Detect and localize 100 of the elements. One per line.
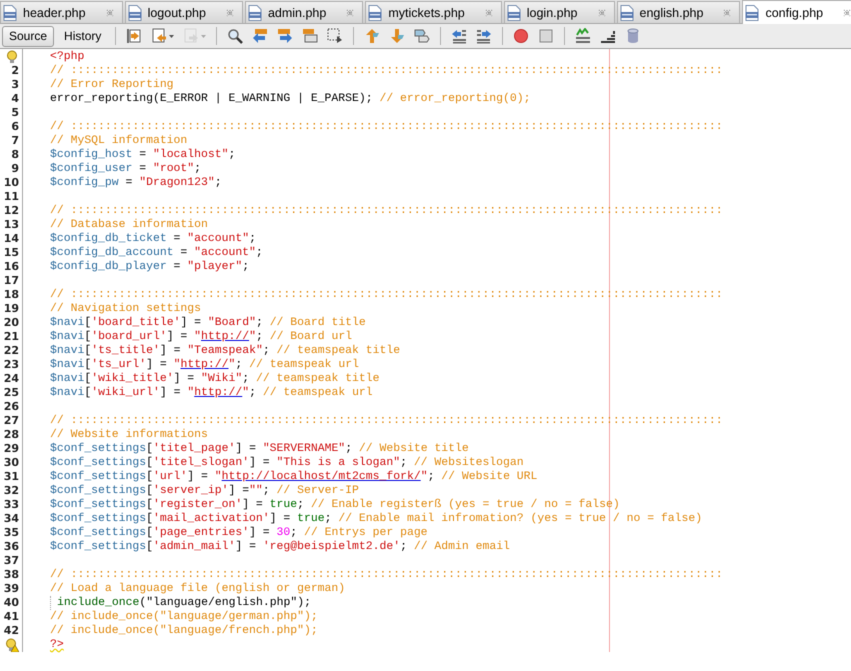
line-number: 39 <box>2 582 20 596</box>
line-number: 38 <box>2 568 20 582</box>
code-line: ?> <box>50 638 65 652</box>
code-line: $conf_settings['admin_mail'] = 'reg@beispielmt2.de'; // Admin email <box>50 540 511 554</box>
code-line: // include_once("language/german.php"); <box>50 610 319 624</box>
record-icon <box>513 28 530 44</box>
line-number: 19 <box>2 302 20 316</box>
tab-label: admin.php <box>268 6 326 20</box>
line-number: 5 <box>10 106 20 120</box>
caret-icon <box>201 34 206 38</box>
php-file-icon <box>506 4 521 20</box>
line-number: 20 <box>2 316 20 330</box>
php-file-icon <box>248 4 262 20</box>
code-line: $config_pw = "Dragon123"; <box>50 176 223 190</box>
code-line: // ::::::::::::::::::::::::::::::::::::::::::::::::::::::::::::::::::::::::::::::::::::::::::::::: <box>50 414 724 428</box>
close-icon[interactable] <box>598 8 606 16</box>
jump-back-icon <box>126 28 142 44</box>
close-icon[interactable] <box>106 8 114 16</box>
line-number: 10 <box>2 176 20 190</box>
previous-icon <box>252 28 268 44</box>
line-number: 8 <box>10 148 20 162</box>
line-number: 7 <box>10 134 20 148</box>
php-file-icon <box>745 4 760 20</box>
file-tab[interactable]: header.php <box>0 1 123 23</box>
file-tab[interactable]: mytickets.php <box>365 1 502 23</box>
file-tab[interactable]: admin.php <box>244 1 364 23</box>
line-number: 16 <box>2 260 20 274</box>
line-number: 31 <box>2 470 20 484</box>
code-line: $navi['wiki_url'] = "http://"; // teamspeak url <box>50 386 374 400</box>
view-toggle-button[interactable]: History <box>57 26 108 46</box>
lightbulb-icon[interactable] <box>5 50 19 64</box>
line-number: 23 <box>2 358 20 372</box>
next-icon <box>277 28 294 44</box>
code-line: $navi['board_title'] = "Board"; // Board title <box>50 316 367 330</box>
warning-lightbulb-icon[interactable] <box>5 638 19 652</box>
file-tab[interactable]: english.php <box>616 1 740 23</box>
file-tab[interactable]: config.php <box>742 0 851 24</box>
line-number: 40 <box>2 596 20 610</box>
close-icon[interactable] <box>226 8 234 16</box>
selection-icon <box>327 28 344 44</box>
php-file-icon <box>620 4 634 20</box>
line-number: 27 <box>2 414 20 428</box>
caret-icon <box>169 34 174 38</box>
code-line: $config_db_account = "account"; <box>50 246 264 260</box>
indent-left-icon <box>451 28 468 44</box>
line-number: 34 <box>2 512 20 526</box>
code-line: // ::::::::::::::::::::::::::::::::::::::::::::::::::::::::::::::::::::::::::::::::::::::::::::::: <box>50 204 724 218</box>
code-line: $conf_settings['url'] = "http://localhost/mt2cms_fork/"; // Website URL <box>50 470 538 484</box>
tab-label: header.php <box>23 6 86 20</box>
database-icon <box>625 28 642 44</box>
view-toggle-button[interactable]: Source <box>2 26 54 46</box>
code-line: $navi['board_url'] = "http://"; // Board url <box>50 330 354 344</box>
line-number: 17 <box>2 274 20 288</box>
php-file-icon <box>368 4 382 20</box>
line-number: 28 <box>2 428 20 442</box>
code-line: error_reporting(E_ERROR | E_WARNING | E_PARSE); // error_reporting(0); <box>50 92 532 106</box>
code-line: $conf_settings['server_ip'] =""; // Server-IP <box>50 484 360 498</box>
code-line: $navi['ts_title'] = "Teamspeak"; // teamspeak title <box>50 344 402 358</box>
code-line: $navi['ts_url'] = "http://"; // teamspeak url <box>50 358 360 372</box>
line-number: 15 <box>2 246 20 260</box>
line-number: 3 <box>10 78 20 92</box>
indent-right-icon <box>476 28 492 44</box>
code-line: $config_user = "root"; <box>50 162 202 176</box>
code-line: $conf_settings['titel_slogan'] = "This is a slogan"; // Websiteslogan <box>50 456 525 470</box>
line-number: 18 <box>2 288 20 302</box>
shift-down-icon <box>389 28 406 44</box>
line-number: 22 <box>2 344 20 358</box>
code-line: $conf_settings['mail_activation'] = true; // Enable mail infromation? (yes = true / no = false) <box>50 512 704 526</box>
shift-up-icon <box>364 28 380 44</box>
line-number: 25 <box>2 386 20 400</box>
close-icon[interactable] <box>843 8 851 16</box>
forward-icon <box>183 28 200 44</box>
line-number: 36 <box>2 540 20 554</box>
code-line: $config_db_player = "player"; <box>50 260 250 274</box>
code-line: $config_host = "localhost"; <box>50 148 236 162</box>
file-tab[interactable]: logout.php <box>124 1 243 23</box>
line-number: 2 <box>10 64 20 78</box>
line-number: 42 <box>2 624 20 638</box>
close-icon[interactable] <box>723 8 732 16</box>
line-number: 13 <box>2 218 20 232</box>
line-number: 29 <box>2 442 20 456</box>
line-number: 21 <box>2 330 20 344</box>
code-line: $navi['wiki_title'] = "Wiki"; // teamspeak title <box>50 372 381 386</box>
code-line: $conf_settings['register_on'] = true; // Enable registerß (yes = true / no = false) <box>50 498 621 512</box>
code-line: // ::::::::::::::::::::::::::::::::::::::::::::::::::::::::::::::::::::::::::::::::::::::::::::::: <box>50 288 724 302</box>
code-line: // MySQL information <box>50 134 188 148</box>
tab-label: logout.php <box>148 6 206 20</box>
line-number: 11 <box>2 190 20 204</box>
code-line: <?php <box>50 50 86 64</box>
line-number: 24 <box>2 372 20 386</box>
php-file-icon <box>128 4 142 20</box>
back-icon <box>151 28 168 44</box>
close-icon[interactable] <box>346 8 354 16</box>
code-line: // Website informations <box>50 428 209 442</box>
file-tab[interactable]: login.php <box>504 1 614 23</box>
line-number: 41 <box>2 610 20 624</box>
close-icon[interactable] <box>484 8 493 16</box>
code-line: // ::::::::::::::::::::::::::::::::::::::::::::::::::::::::::::::::::::::::::::::::::::::::::::::: <box>50 64 724 78</box>
line-number: 32 <box>2 484 20 498</box>
code-line: $conf_settings['titel_page'] = "SERVERNAME"; // Website title <box>50 442 470 456</box>
